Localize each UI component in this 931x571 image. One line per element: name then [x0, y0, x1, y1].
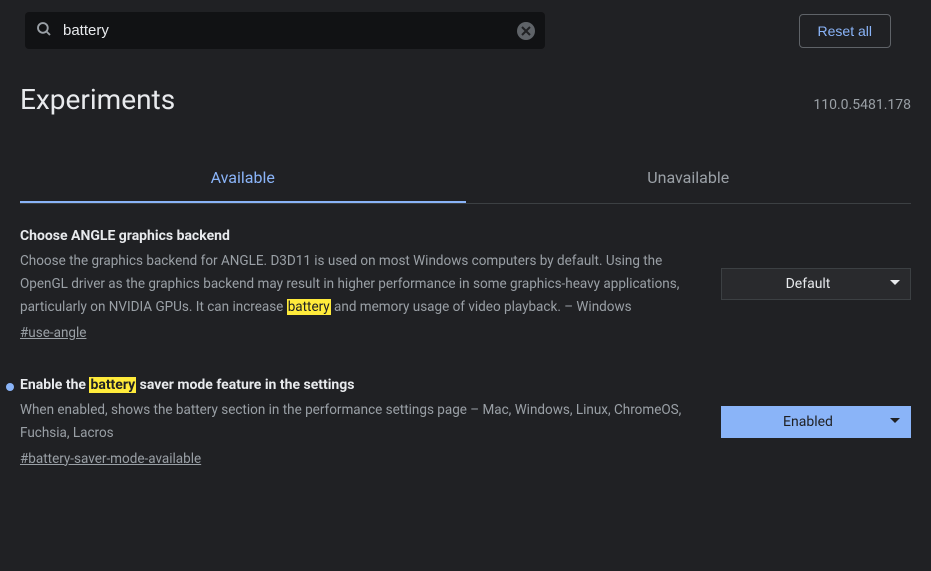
flag-select-wrap: Enabled	[721, 406, 911, 438]
header-row: Experiments 110.0.5481.178	[20, 61, 911, 126]
version-label: 110.0.5481.178	[813, 97, 911, 113]
flag-title-text: Enable the	[20, 377, 89, 393]
search-highlight: battery	[287, 299, 331, 315]
search-input[interactable]	[25, 12, 545, 49]
modified-indicator-icon	[6, 383, 14, 391]
top-bar: Reset all	[0, 0, 931, 61]
flag-permalink[interactable]: #use-angle	[20, 325, 86, 341]
flag-body: Enable the battery saver mode feature in…	[20, 377, 701, 467]
tab-unavailable[interactable]: Unavailable	[466, 154, 912, 203]
search-container	[25, 12, 545, 49]
flag-row: Enable the battery saver mode feature in…	[20, 353, 911, 479]
flag-title: Enable the battery saver mode feature in…	[20, 377, 691, 393]
content-scroll[interactable]: Experiments 110.0.5481.178 Available Una…	[0, 61, 931, 570]
flag-select[interactable]: Enabled	[721, 406, 911, 438]
flag-title: Choose ANGLE graphics backend	[20, 228, 691, 244]
tab-available[interactable]: Available	[20, 154, 466, 203]
reset-all-button[interactable]: Reset all	[799, 14, 891, 48]
flag-desc-text: and memory usage of video playback. – Wi…	[331, 299, 632, 315]
flag-body: Choose ANGLE graphics backend Choose the…	[20, 228, 701, 341]
search-highlight: battery	[89, 377, 136, 393]
tabs: Available Unavailable	[20, 154, 911, 204]
flag-select[interactable]: Default	[721, 268, 911, 300]
flag-description: Choose the graphics backend for ANGLE. D…	[20, 250, 691, 319]
flag-title-text: saver mode feature in the settings	[136, 377, 354, 393]
flag-description: When enabled, shows the battery section …	[20, 399, 691, 445]
flag-permalink[interactable]: #battery-saver-mode-available	[20, 451, 201, 467]
search-icon	[35, 20, 53, 42]
clear-icon[interactable]	[517, 22, 535, 40]
flag-row: Choose ANGLE graphics backend Choose the…	[20, 204, 911, 353]
flag-select-wrap: Default	[721, 268, 911, 300]
page-title: Experiments	[20, 83, 175, 116]
